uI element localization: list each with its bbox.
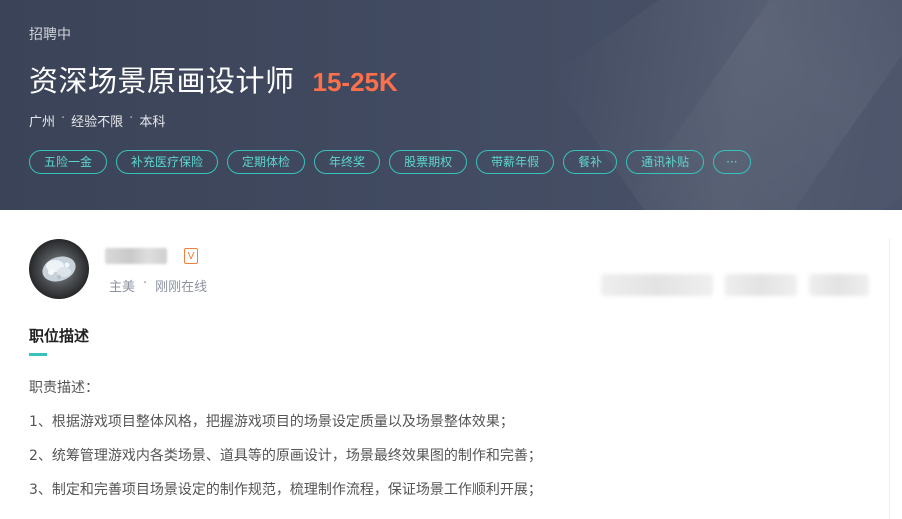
benefit-tag: 通讯补贴 — [626, 150, 705, 174]
job-experience: 经验不限 — [71, 115, 124, 130]
recruiter-online-status: 刚刚在线 — [155, 280, 208, 295]
description-line: 职责描述： — [29, 380, 99, 396]
benefit-tags: 五险一金 补充医疗保险 定期体检 年终奖 股票期权 带薪年假 餐补 通讯补贴 ·… — [29, 150, 751, 174]
job-education: 本科 — [139, 115, 166, 130]
description-line: 2、统筹管理游戏内各类场景、道具等的原画设计，场景最终效果图的制作和完善； — [29, 448, 542, 464]
redacted-action[interactable] — [601, 274, 713, 296]
redacted-action[interactable] — [725, 274, 797, 296]
benefit-tag: 定期体检 — [227, 150, 306, 174]
job-description: 职责描述： 1、根据游戏项目整体风格，把握游戏项目的场景设定质量以及场景整体效果… — [29, 378, 542, 514]
job-header-banner: 招聘中 资深场景原画设计师 15-25K 广州 · 经验不限 · 本科 五险一金… — [0, 0, 902, 210]
description-line: 3、制定和完善项目场景设定的制作规范，梳理制作流程，保证场景工作顺利开展； — [29, 482, 542, 498]
card-border — [889, 238, 890, 519]
redacted-actions — [601, 274, 869, 296]
meta-separator: · — [143, 276, 148, 291]
benefit-tag: 餐补 — [563, 150, 618, 174]
benefit-tag: 年终奖 — [314, 150, 381, 174]
benefit-tag: 带薪年假 — [476, 150, 555, 174]
description-line: 1、根据游戏项目整体风格，把握游戏项目的场景设定质量以及场景整体效果； — [29, 414, 514, 430]
benefit-tag: 补充医疗保险 — [116, 150, 219, 174]
meta-separator: · — [129, 111, 134, 126]
recruiter-role: 主美 — [109, 280, 136, 295]
verified-badge-icon: V — [184, 248, 198, 264]
benefit-tag: 股票期权 — [389, 150, 468, 174]
section-title: 职位描述 — [29, 327, 90, 345]
title-row: 资深场景原画设计师 15-25K — [29, 58, 398, 100]
job-title: 资深场景原画设计师 — [29, 64, 295, 98]
recruiter-meta: 主美 · 刚刚在线 — [109, 276, 207, 295]
avatar-image — [29, 239, 89, 299]
recruiting-status: 招聘中 — [29, 27, 71, 43]
section-title-underline — [29, 353, 47, 356]
job-detail-content: V 主美 · 刚刚在线 职位描述 职责描述： 1、根据游戏项目整体风格，把握游戏… — [0, 210, 902, 519]
job-meta: 广州 · 经验不限 · 本科 — [29, 111, 165, 130]
meta-separator: · — [61, 111, 66, 126]
recruiter-avatar[interactable] — [29, 239, 89, 299]
more-tags-button[interactable]: ··· — [713, 150, 751, 174]
salary-range: 15-25K — [312, 67, 398, 97]
benefit-tag: 五险一金 — [29, 150, 108, 174]
job-city: 广州 — [29, 115, 56, 130]
redacted-action[interactable] — [809, 274, 869, 296]
recruiter-name-redacted — [105, 248, 167, 264]
